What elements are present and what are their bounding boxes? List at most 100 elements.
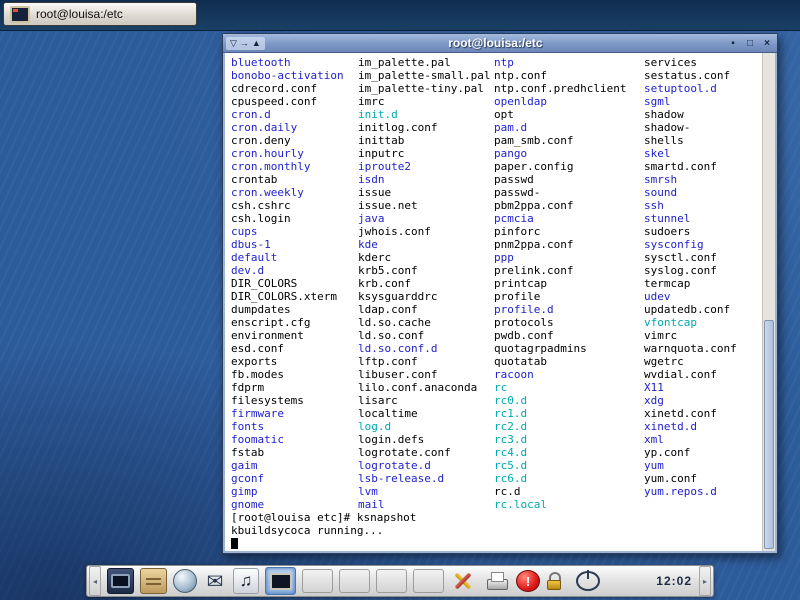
file-entry: exports [231, 355, 358, 368]
minimize-button[interactable]: ▪ [726, 37, 740, 50]
file-entry: gimp [231, 485, 358, 498]
cursor-line [231, 537, 759, 550]
file-entry: ksysguarddrc [358, 290, 494, 303]
file-entry: updatedb.conf [644, 303, 759, 316]
top-panel: root@louisa:/etc [0, 0, 800, 31]
file-entry: rc6.d [494, 472, 644, 485]
power-icon[interactable] [576, 571, 600, 591]
file-entry: vimrc [644, 329, 759, 342]
tools-icon[interactable] [450, 568, 477, 594]
monitor-launcher-icon[interactable] [107, 568, 134, 594]
panel-hide-right-button[interactable]: ▸ [699, 566, 711, 596]
file-entry: lilo.conf.anaconda [358, 381, 494, 394]
file-entry: lisarc [358, 394, 494, 407]
file-entry: setuptool.d [644, 82, 759, 95]
file-entry: yum.repos.d [644, 485, 759, 498]
file-entry: isdn [358, 173, 494, 186]
file-entry: cups [231, 225, 358, 238]
file-entry: rc.local [494, 498, 644, 511]
file-entry: rc [494, 381, 644, 394]
detach-icon[interactable]: ▲ [252, 37, 261, 50]
close-button[interactable]: × [760, 37, 774, 50]
titlebar-icon-group: ▽ → ▲ [226, 37, 265, 50]
update-alert-icon[interactable]: ! [516, 570, 540, 592]
clock[interactable]: 12:02 [656, 574, 692, 588]
file-entry: ntp [494, 56, 644, 69]
file-entry: rc1.d [494, 407, 644, 420]
panel-hide-left-button[interactable]: ◂ [89, 566, 101, 596]
konsole-taskbar-icon[interactable] [265, 567, 296, 595]
file-entry: pam.d [494, 121, 644, 134]
file-entry: wgetrc [644, 355, 759, 368]
file-entry: cron.deny [231, 134, 358, 147]
file-entry: ssh [644, 199, 759, 212]
music-player-icon[interactable]: ♫ [233, 568, 259, 594]
file-entry: opt [494, 108, 644, 121]
file-entry: lftp.conf [358, 355, 494, 368]
file-entry: ldap.conf [358, 303, 494, 316]
file-entry: skel [644, 147, 759, 160]
chevron-right-icon: ▸ [703, 577, 707, 586]
lock-icon[interactable] [546, 570, 570, 592]
file-entry: X11 [644, 381, 759, 394]
maximize-button[interactable]: □ [743, 37, 757, 50]
scrollbar-thumb[interactable] [764, 320, 774, 549]
file-entry: localtime [358, 407, 494, 420]
file-entry: quotatab [494, 355, 644, 368]
file-entry: csh.login [231, 212, 358, 225]
file-entry: im_palette.pal [358, 56, 494, 69]
send-to-icon[interactable]: → [240, 37, 249, 50]
file-entry: pcmcia [494, 212, 644, 225]
file-entry: shells [644, 134, 759, 147]
file-entry: bonobo-activation [231, 69, 358, 82]
empty-launcher-slot[interactable] [302, 569, 333, 593]
mail-icon[interactable]: ✉ [203, 568, 227, 594]
terminal-viewport[interactable]: bluetoothbonobo-activationcdrecord.confc… [225, 53, 775, 551]
file-entry: ld.so.conf [358, 329, 494, 342]
file-column: bluetoothbonobo-activationcdrecord.confc… [231, 56, 358, 511]
file-entry: smrsh [644, 173, 759, 186]
file-entry: warnquota.conf [644, 342, 759, 355]
file-entry: cron.hourly [231, 147, 358, 160]
file-entry: DIR_COLORS [231, 277, 358, 290]
file-entry: initlog.conf [358, 121, 494, 134]
file-entry: sysconfig [644, 238, 759, 251]
terminal-cursor [231, 538, 238, 549]
file-entry: rc2.d [494, 420, 644, 433]
empty-launcher-slot[interactable] [413, 569, 444, 593]
taskbar-window-label: root@louisa:/etc [36, 7, 123, 21]
file-entry: yp.conf [644, 446, 759, 459]
file-entry: gaim [231, 459, 358, 472]
file-entry: rc4.d [494, 446, 644, 459]
file-entry: fb.modes [231, 368, 358, 381]
file-entry: ld.so.conf.d [358, 342, 494, 355]
file-columns: bluetoothbonobo-activationcdrecord.confc… [231, 56, 759, 511]
shade-icon[interactable]: ▽ [230, 37, 237, 50]
file-entry: fonts [231, 420, 358, 433]
empty-launcher-slot[interactable] [376, 569, 407, 593]
file-entry: ntp.conf.predhclient [494, 82, 644, 95]
file-entry: init.d [358, 108, 494, 121]
taskbar-window-button[interactable]: root@louisa:/etc [3, 2, 197, 26]
file-entry: sgml [644, 95, 759, 108]
printer-icon[interactable] [483, 568, 510, 594]
file-entry: kderc [358, 251, 494, 264]
web-browser-icon[interactable] [173, 569, 197, 593]
window-titlebar[interactable]: ▽ → ▲ root@louisa:/etc ▪ □ × [223, 34, 777, 53]
file-entry: logrotate.d [358, 459, 494, 472]
file-entry: wvdial.conf [644, 368, 759, 381]
file-entry: firmware [231, 407, 358, 420]
file-entry: rc0.d [494, 394, 644, 407]
chevron-left-icon: ◂ [93, 577, 97, 586]
empty-launcher-slot[interactable] [339, 569, 370, 593]
file-entry: sudoers [644, 225, 759, 238]
file-entry: xml [644, 433, 759, 446]
file-entry: issue.net [358, 199, 494, 212]
file-entry: login.defs [358, 433, 494, 446]
file-cabinet-icon[interactable] [140, 568, 167, 594]
file-entry: pwdb.conf [494, 329, 644, 342]
file-entry: kde [358, 238, 494, 251]
scrollbar[interactable] [762, 53, 775, 551]
file-entry: prelink.conf [494, 264, 644, 277]
file-entry: cron.d [231, 108, 358, 121]
